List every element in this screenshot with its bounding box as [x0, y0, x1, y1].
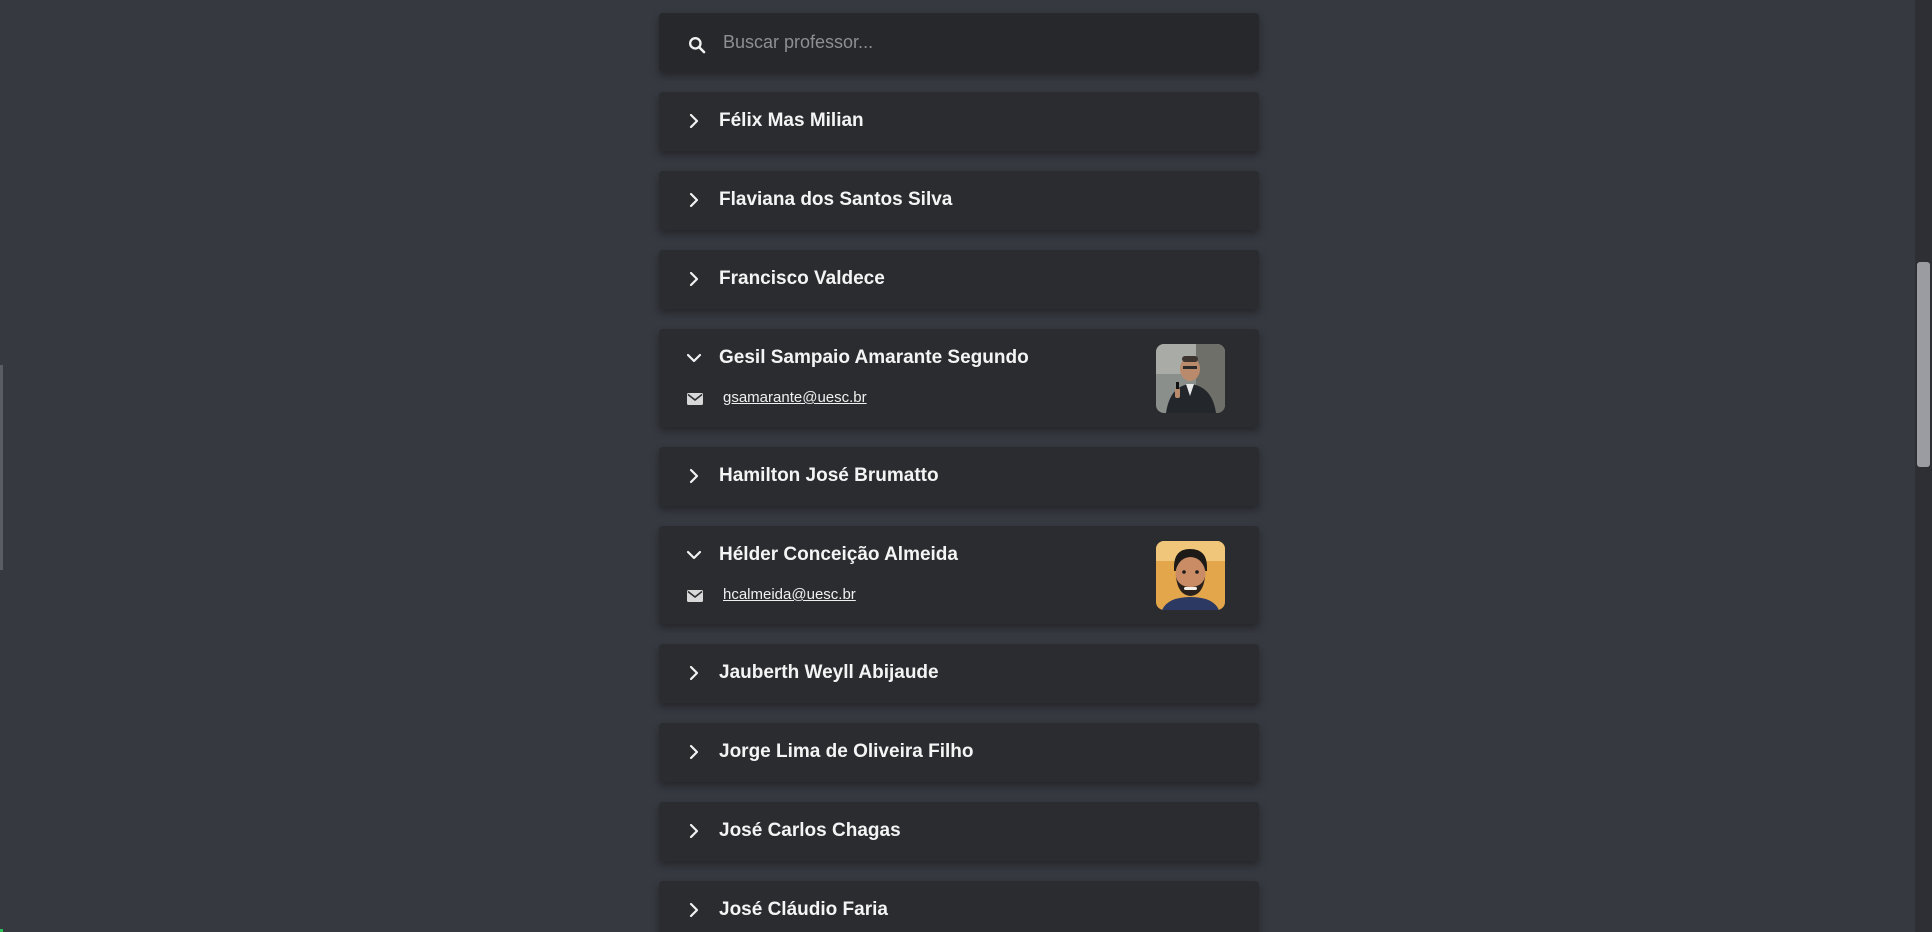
chevron-right-icon — [689, 468, 699, 484]
mail-icon — [687, 393, 703, 405]
professor-name: Francisco Valdece — [719, 268, 885, 289]
professor-card-expanded[interactable]: Gesil Sampaio Amarante Segundo gsamarant… — [659, 329, 1259, 427]
professor-card[interactable]: Hamilton José Brumatto — [659, 447, 1259, 506]
professor-name: Hélder Conceição Almeida — [719, 544, 958, 565]
chevron-down-icon — [686, 550, 702, 560]
professor-card[interactable]: Félix Mas Milian — [659, 92, 1259, 151]
chevron-right-icon — [689, 271, 699, 287]
professor-name: Félix Mas Milian — [719, 110, 864, 131]
professor-name: Jorge Lima de Oliveira Filho — [719, 741, 974, 762]
chevron-right-icon — [689, 744, 699, 760]
mail-icon — [687, 590, 703, 602]
professor-name: Hamilton José Brumatto — [719, 465, 939, 486]
left-edge-marker — [0, 365, 3, 570]
search-input[interactable] — [723, 13, 1223, 72]
professor-email-link[interactable]: hcalmeida@uesc.br — [723, 586, 856, 603]
professor-card[interactable]: José Cláudio Faria — [659, 881, 1259, 932]
professor-name: Flaviana dos Santos Silva — [719, 189, 953, 210]
chevron-right-icon — [689, 902, 699, 918]
professor-email-link[interactable]: gsamarante@uesc.br — [723, 389, 867, 406]
avatar — [1156, 541, 1225, 610]
scrollbar[interactable] — [1915, 0, 1932, 932]
chevron-right-icon — [689, 823, 699, 839]
professor-card[interactable]: José Carlos Chagas — [659, 802, 1259, 861]
professor-list-column: Félix Mas Milian Flaviana dos Santos Sil… — [659, 13, 1259, 932]
scrollbar-thumb[interactable] — [1917, 262, 1930, 467]
professor-card-expanded[interactable]: Hélder Conceição Almeida hcalmeida@uesc.… — [659, 526, 1259, 624]
professor-card[interactable]: Flaviana dos Santos Silva — [659, 171, 1259, 230]
professor-name: Jauberth Weyll Abijaude — [719, 662, 939, 683]
professor-name: José Carlos Chagas — [719, 820, 901, 841]
search-bar[interactable] — [659, 13, 1259, 72]
chevron-right-icon — [689, 665, 699, 681]
avatar — [1156, 344, 1225, 413]
professor-name: Gesil Sampaio Amarante Segundo — [719, 347, 1029, 368]
chevron-right-icon — [689, 192, 699, 208]
professor-card[interactable]: Jauberth Weyll Abijaude — [659, 644, 1259, 703]
professor-card[interactable]: Jorge Lima de Oliveira Filho — [659, 723, 1259, 782]
professor-name: José Cláudio Faria — [719, 899, 888, 920]
page: Félix Mas Milian Flaviana dos Santos Sil… — [0, 0, 1932, 932]
chevron-right-icon — [689, 113, 699, 129]
search-icon — [689, 37, 706, 54]
professor-card[interactable]: Francisco Valdece — [659, 250, 1259, 309]
chevron-down-icon — [686, 353, 702, 363]
